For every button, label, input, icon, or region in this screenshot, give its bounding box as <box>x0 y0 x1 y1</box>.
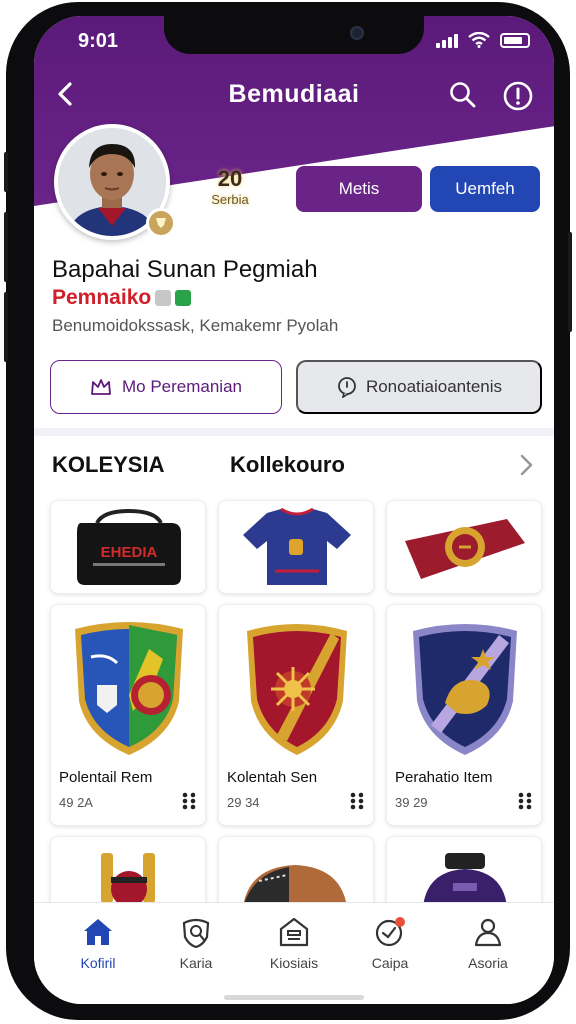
section-divider <box>34 428 554 436</box>
home-indicator <box>224 995 364 1000</box>
more-options-icon[interactable] <box>181 791 197 811</box>
more-options-icon[interactable] <box>349 791 365 811</box>
bag-image: EHEDIA <box>77 508 181 585</box>
collection-card-bag[interactable]: EHEDIA <box>50 500 206 594</box>
collection-card-jersey[interactable] <box>218 500 374 594</box>
collection-card-item-1[interactable]: Polentail Rem 49 2A <box>50 604 206 826</box>
item-count: 39 29 <box>395 795 428 810</box>
tab-caipa[interactable]: Caipa <box>350 915 430 971</box>
stat-block: 20 Serbia <box>200 166 260 207</box>
power-button <box>568 232 572 332</box>
chat-icon <box>375 917 405 947</box>
secondary-action-button[interactable]: Ronoatiaioantenis <box>296 360 542 414</box>
verified-badge-icon <box>146 208 176 238</box>
red-shield-image <box>247 624 347 755</box>
navy-shield-image <box>413 624 517 755</box>
bag-print-text: EHEDIA <box>101 544 158 561</box>
ball-image <box>243 865 347 907</box>
notification-dot <box>395 917 405 927</box>
section-title-right[interactable]: Kollekouro <box>230 452 345 478</box>
tab-label: Kiosiais <box>269 955 319 971</box>
primary-action-label: Mo Peremanian <box>121 377 242 396</box>
tab-label: Asoria <box>468 955 508 971</box>
info-icon[interactable] <box>502 80 534 112</box>
tab-label: Caipa <box>371 955 409 971</box>
message-icon <box>338 377 356 398</box>
tab-label: Karia <box>179 955 213 971</box>
status-bar: 9:01 <box>34 26 554 56</box>
more-options-icon[interactable] <box>517 791 533 811</box>
stat-label: Serbia <box>211 192 249 207</box>
volume-up-button <box>4 212 8 282</box>
blue-shield-image <box>75 622 183 755</box>
metis-button[interactable]: Metis <box>296 166 422 212</box>
profile-role: Pemnaiko <box>52 286 192 310</box>
tab-kiosiais[interactable]: Kiosiais <box>254 915 334 971</box>
search-icon[interactable] <box>448 80 478 110</box>
home-icon <box>84 919 112 945</box>
item-count: 49 2A <box>59 795 93 810</box>
profile-icon <box>474 918 502 947</box>
check-icon <box>175 290 192 306</box>
tab-karia[interactable]: Karia <box>156 915 236 971</box>
collection-card-scarf[interactable] <box>386 500 542 594</box>
scarf-image <box>405 519 525 579</box>
item-name: Polentail Rem <box>59 769 153 786</box>
store-icon <box>279 917 309 947</box>
stat-value: 20 <box>217 166 243 191</box>
bottom-tab-bar: Kofiril Karia Kiosiais Caipa Asoria <box>34 902 554 1004</box>
top-nav: Bemudiaai <box>34 74 554 114</box>
kit-image <box>423 853 507 907</box>
primary-action-button[interactable]: Mo Peremanian <box>50 360 282 414</box>
tab-label: Kofiril <box>80 955 116 971</box>
trophy-image <box>101 853 155 907</box>
chevron-right-icon[interactable] <box>516 452 536 478</box>
uemfeh-button[interactable]: Uemfeh <box>430 166 540 212</box>
collection-card-item-2[interactable]: Kolentah Sen 29 34 <box>218 604 374 826</box>
badge-icon <box>182 918 210 949</box>
tab-home[interactable]: Kofiril <box>58 915 138 971</box>
role-label: Pemnaiko <box>52 286 152 309</box>
flag-icon <box>155 290 172 306</box>
volume-down-button <box>4 292 8 362</box>
profile-name: Bapahai Sunan Pegmiah <box>52 256 318 283</box>
collection-card-item-3[interactable]: Perahatio Item 39 29 <box>386 604 542 826</box>
jersey-image <box>243 507 351 585</box>
screen: 9:01 Bemudiaai 20 Serbia Metis Uemfeh Ba… <box>34 16 554 1004</box>
status-icons <box>436 32 530 48</box>
item-name: Kolentah Sen <box>227 769 318 786</box>
battery-icon <box>500 32 530 48</box>
tab-asoria[interactable]: Asoria <box>448 915 528 971</box>
item-count: 29 34 <box>227 795 260 810</box>
crown-icon <box>91 379 111 395</box>
profile-bio: Benumoidokssask, Kemakemr Pyolah <box>52 316 339 335</box>
status-time: 9:01 <box>78 30 119 52</box>
signal-icon <box>436 32 458 48</box>
phone-frame: 9:01 Bemudiaai 20 Serbia Metis Uemfeh Ba… <box>4 2 572 1020</box>
wifi-icon <box>468 32 490 48</box>
item-name: Perahatio Item <box>395 769 493 786</box>
secondary-action-label: Ronoatiaioantenis <box>365 377 503 396</box>
mute-switch <box>4 152 8 192</box>
section-title-left[interactable]: KOLEYSIA <box>52 452 164 478</box>
